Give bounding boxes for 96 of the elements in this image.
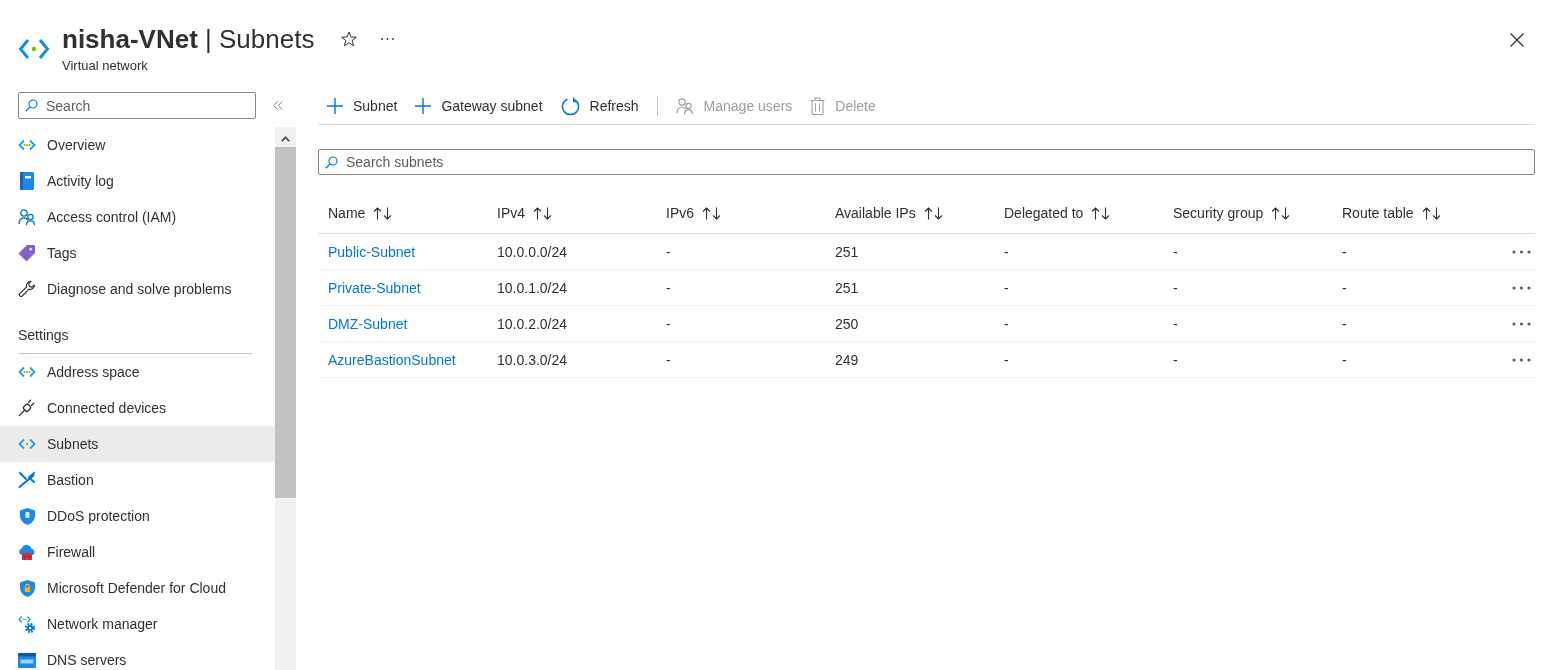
more-icon xyxy=(1512,285,1531,290)
scrollbar-thumb[interactable] xyxy=(275,147,296,498)
sidebar-item[interactable]: DNS servers xyxy=(0,642,275,670)
page-subtitle: Virtual network xyxy=(62,58,149,73)
table-cell: - xyxy=(1342,243,1347,260)
cross-icon xyxy=(18,472,36,488)
caret-icon xyxy=(281,136,290,142)
close-button[interactable] xyxy=(1509,32,1525,48)
tag-icon xyxy=(18,244,36,262)
table-cell: 10.0.1.0/24 xyxy=(497,279,568,296)
more-icon xyxy=(1512,321,1531,326)
sidebar-item[interactable]: DDoS protection xyxy=(0,498,275,534)
browser-window-icon xyxy=(18,652,36,668)
sidebar-item[interactable]: Network manager xyxy=(0,606,275,642)
section-heading: Settings xyxy=(18,307,252,354)
column-header[interactable]: IPv6 xyxy=(666,205,721,221)
table-cell: - xyxy=(1342,351,1347,368)
table-cell: - xyxy=(666,351,671,368)
table-cell: - xyxy=(1004,243,1009,260)
table-cell: - xyxy=(1173,315,1178,332)
network-brackets-icon xyxy=(18,366,36,378)
table-cell: - xyxy=(1173,243,1178,260)
column-header[interactable]: Name xyxy=(328,205,393,221)
shield-lock-icon xyxy=(19,579,35,597)
column-header[interactable]: Available IPs xyxy=(835,205,943,221)
table-cell: - xyxy=(1342,315,1347,332)
table-cell: 10.0.0.0/24 xyxy=(497,243,568,260)
table-cell: - xyxy=(1004,315,1009,332)
table-cell: 10.0.2.0/24 xyxy=(497,315,568,332)
column-header[interactable]: Delegated to xyxy=(1004,205,1111,221)
table-cell: 251 xyxy=(835,243,859,260)
add-gateway-subnet-button[interactable]: Gateway subnet xyxy=(406,90,552,122)
table-cell: 251 xyxy=(835,279,859,296)
sidebar-item[interactable]: Tags xyxy=(0,235,275,271)
table-cell: - xyxy=(1173,351,1178,368)
wrench-icon xyxy=(18,280,36,298)
sidebar-item[interactable]: Firewall xyxy=(0,534,275,570)
subnet-link[interactable]: Public-Subnet xyxy=(328,243,416,260)
cloud-brick-icon xyxy=(18,544,36,560)
sort-icon xyxy=(702,206,721,220)
table-cell: - xyxy=(666,279,671,296)
add-subnet-button[interactable]: Subnet xyxy=(318,90,407,122)
network-brackets-icon xyxy=(18,139,36,151)
search-icon xyxy=(325,155,338,169)
sort-icon xyxy=(1421,206,1441,220)
sidebar-item[interactable]: Bastion xyxy=(0,462,275,498)
sort-icon xyxy=(923,206,943,220)
plug-icon xyxy=(18,399,36,417)
trash-icon xyxy=(810,97,826,115)
sort-icon xyxy=(533,206,552,220)
plus-icon xyxy=(415,98,432,114)
table-cell: - xyxy=(1173,279,1178,296)
table-cell: 10.0.3.0/24 xyxy=(497,351,568,368)
table-cell: - xyxy=(666,243,671,260)
subnet-link[interactable]: DMZ-Subnet xyxy=(328,315,408,332)
sort-icon xyxy=(1271,206,1291,220)
more-icon xyxy=(1512,357,1531,362)
search-field[interactable]: Search xyxy=(18,92,256,119)
column-header[interactable]: IPv4 xyxy=(497,205,552,221)
network-gear-icon xyxy=(18,615,36,633)
plus-icon xyxy=(327,98,343,114)
sidebar-item[interactable]: Address space xyxy=(0,354,275,390)
sidebar-item[interactable]: Connected devices xyxy=(0,390,275,426)
table-cell: - xyxy=(666,315,671,332)
sidebar-item[interactable]: Diagnose and solve problems xyxy=(0,271,275,307)
column-header[interactable]: Security group xyxy=(1173,205,1291,221)
subnet-link[interactable]: AzureBastionSubnet xyxy=(328,351,456,368)
collapse-button[interactable] xyxy=(272,99,284,112)
table-cell: - xyxy=(1342,279,1347,296)
search-icon xyxy=(25,99,38,112)
sidebar-item[interactable]: Access control (IAM) xyxy=(0,199,275,235)
sidebar-item[interactable]: Activity log xyxy=(0,163,275,199)
sidebar-item[interactable]: Subnets xyxy=(0,426,275,462)
subnet-link[interactable]: Private-Subnet xyxy=(328,279,421,296)
refresh-button[interactable]: Refresh xyxy=(551,90,648,122)
shield-icon xyxy=(19,507,35,525)
table-cell: 250 xyxy=(835,315,859,332)
close-icon xyxy=(1510,33,1524,47)
table-cell: - xyxy=(1004,279,1009,296)
page-title: nisha-VNet | Subnets xyxy=(62,24,315,54)
people-icon xyxy=(18,208,36,226)
sort-icon xyxy=(1091,206,1111,220)
double-chevron-icon xyxy=(273,101,283,110)
more-icon xyxy=(1512,249,1531,254)
people-icon xyxy=(675,97,694,115)
book-icon xyxy=(20,172,34,190)
network-brackets-icon xyxy=(18,38,50,60)
refresh-icon xyxy=(560,96,580,116)
sidebar-item[interactable]: Microsoft Defender for Cloud xyxy=(0,570,275,606)
sidebar-item[interactable]: Overview xyxy=(0,127,275,163)
sort-icon xyxy=(373,206,393,220)
table-cell: - xyxy=(1004,351,1009,368)
network-brackets-icon xyxy=(18,438,36,450)
table-cell: 249 xyxy=(835,351,859,368)
column-header[interactable]: Route table xyxy=(1342,205,1441,221)
search-field[interactable]: Search subnets xyxy=(318,149,1535,175)
